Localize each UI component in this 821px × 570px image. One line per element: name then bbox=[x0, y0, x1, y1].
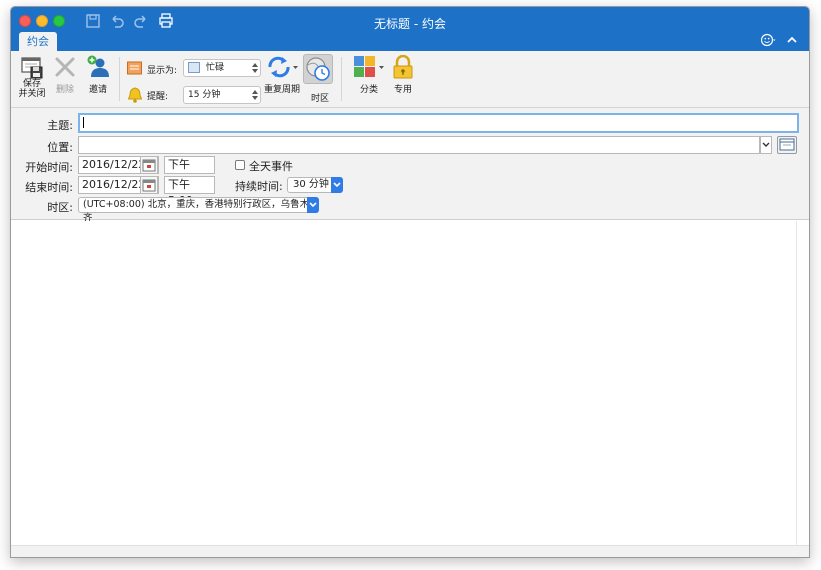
window-title: 无标题 - 约会 bbox=[374, 17, 446, 31]
start-time-label: 开始时间: bbox=[25, 161, 73, 174]
chevron-down-icon bbox=[333, 182, 341, 188]
lock-icon bbox=[393, 55, 413, 79]
subject-input[interactable] bbox=[78, 113, 799, 133]
timezone-button[interactable] bbox=[303, 54, 333, 84]
delete-icon bbox=[55, 57, 75, 77]
categorize-button[interactable]: 分类 bbox=[349, 55, 389, 95]
ribbon: 保存 并关闭 删除 邀请 显示为: 忙碌 提醒: 15 分钟 重复周期 时区 分… bbox=[11, 51, 809, 108]
timezone-icon bbox=[306, 57, 330, 81]
spinner-icon bbox=[252, 90, 258, 100]
body-scrollbar[interactable] bbox=[796, 221, 809, 546]
end-date-picker[interactable] bbox=[140, 176, 158, 194]
show-as-value: 忙碌 bbox=[206, 63, 225, 73]
show-as-icon bbox=[127, 61, 142, 75]
reminder-select[interactable]: 15 分钟 bbox=[183, 86, 261, 104]
appointment-body-editor[interactable] bbox=[11, 221, 798, 546]
spinner-icon bbox=[252, 63, 258, 73]
start-time-field[interactable]: 下午 4:30 bbox=[164, 156, 215, 187]
status-bar bbox=[11, 545, 809, 557]
appointment-window: 无标题 - 约会 约会 保存 并关闭 删除 邀请 显示为: 忙碌 提醒: 15 … bbox=[10, 6, 810, 558]
all-day-checkbox[interactable] bbox=[235, 160, 245, 170]
start-date-picker[interactable] bbox=[140, 156, 158, 174]
show-as-select[interactable]: 忙碌 bbox=[183, 59, 261, 77]
start-date-field[interactable]: 2016/12/22 bbox=[78, 156, 159, 174]
duration-select[interactable]: 30 分钟 bbox=[287, 177, 343, 193]
bell-icon bbox=[128, 87, 142, 103]
invite-icon bbox=[87, 55, 109, 77]
duration-label: 持续时间: bbox=[235, 180, 283, 193]
timezone-dropdown-arrow bbox=[307, 197, 319, 213]
location-label: 位置: bbox=[47, 141, 73, 154]
all-day-label: 全天事件 bbox=[249, 160, 293, 173]
invite-button[interactable]: 邀请 bbox=[83, 55, 113, 95]
calendar-icon bbox=[142, 179, 156, 192]
recurrence-button[interactable]: 重复周期 bbox=[263, 55, 301, 95]
end-time-label: 结束时间: bbox=[25, 181, 73, 194]
end-date-value: 2016/12/22 bbox=[82, 178, 146, 191]
duration-dropdown-arrow bbox=[331, 177, 343, 193]
categorize-icon bbox=[354, 56, 384, 77]
show-as-label: 显示为: bbox=[147, 66, 178, 76]
recurrence-label: 重复周期 bbox=[263, 85, 300, 95]
save-close-label-1: 保存 bbox=[22, 79, 41, 89]
private-label: 专用 bbox=[393, 85, 412, 95]
duration-value: 30 分钟 bbox=[293, 179, 329, 190]
save-close-label-2: 并关闭 bbox=[18, 89, 46, 99]
private-button[interactable]: 专用 bbox=[391, 55, 415, 95]
tab-appointment[interactable]: 约会 bbox=[19, 32, 57, 51]
categorize-label: 分类 bbox=[359, 85, 378, 95]
start-date-value: 2016/12/22 bbox=[82, 158, 146, 171]
appointment-form: 主题: 位置: 开始时间: 2016/12/22 下午 全天事件 结束时间: 2… bbox=[11, 108, 809, 224]
subject-label: 主题: bbox=[47, 119, 73, 132]
end-time-field[interactable]: 下午 5:00 bbox=[164, 176, 215, 207]
timezone-field-label: 时区: bbox=[47, 201, 73, 214]
ribbon-separator bbox=[119, 57, 120, 101]
smiley-icon[interactable] bbox=[761, 33, 777, 47]
address-book-icon bbox=[779, 138, 795, 151]
end-date-field[interactable]: 2016/12/22 bbox=[78, 176, 159, 194]
chevron-down-icon bbox=[762, 142, 770, 147]
recurrence-icon bbox=[268, 56, 298, 78]
save-close-icon bbox=[21, 57, 43, 79]
invite-label: 邀请 bbox=[88, 85, 107, 95]
timezone-label: 时区 bbox=[311, 94, 330, 104]
title-bar: 无标题 - 约会 约会 bbox=[11, 7, 809, 51]
delete-label: 删除 bbox=[55, 85, 74, 95]
chevron-down-icon bbox=[309, 202, 317, 208]
room-finder-button[interactable] bbox=[777, 136, 797, 154]
save-close-button[interactable]: 保存 并关闭 bbox=[17, 55, 47, 99]
reminder-label: 提醒: bbox=[147, 92, 169, 102]
location-input[interactable] bbox=[78, 136, 760, 154]
location-dropdown[interactable] bbox=[760, 136, 772, 154]
timezone-select[interactable]: (UTC+08:00) 北京，重庆，香港特别行政区，乌鲁木齐 bbox=[78, 197, 319, 224]
text-cursor bbox=[83, 117, 84, 128]
calendar-icon bbox=[142, 159, 156, 172]
collapse-ribbon-icon[interactable] bbox=[785, 33, 799, 47]
reminder-value: 15 分钟 bbox=[188, 90, 221, 100]
ribbon-separator bbox=[341, 57, 342, 101]
delete-button[interactable]: 删除 bbox=[51, 55, 79, 95]
